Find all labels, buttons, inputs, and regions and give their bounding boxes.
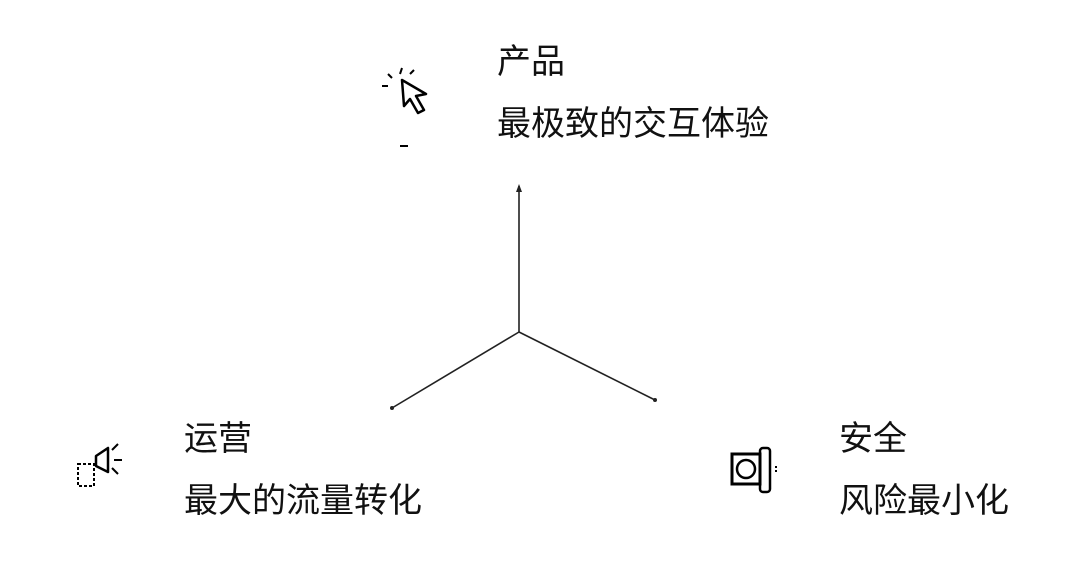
- axis-operation-end: [390, 406, 394, 410]
- node-operation-desc: 最大的流量转化: [184, 481, 422, 521]
- axis-security-end: [653, 398, 657, 402]
- node-product-title: 产品: [497, 42, 565, 82]
- axis-security: [518, 331, 656, 401]
- shield-lock-icon: [730, 446, 777, 494]
- node-product-desc: 最极致的交互体验: [497, 104, 769, 144]
- axis-product-arrowhead: [516, 184, 522, 192]
- node-security-title: 安全: [839, 419, 907, 459]
- node-security: 安全 风险最小化: [839, 419, 1009, 521]
- node-operation-title: 运营: [184, 419, 252, 459]
- axis-operation: [391, 331, 520, 409]
- node-operation: 运营 最大的流量转化: [184, 419, 422, 521]
- node-security-desc: 风险最小化: [839, 481, 1009, 521]
- megaphone-icon: [77, 443, 122, 487]
- node-product: 产品 最极致的交互体验: [497, 42, 769, 144]
- cursor-click-icon: [382, 67, 428, 147]
